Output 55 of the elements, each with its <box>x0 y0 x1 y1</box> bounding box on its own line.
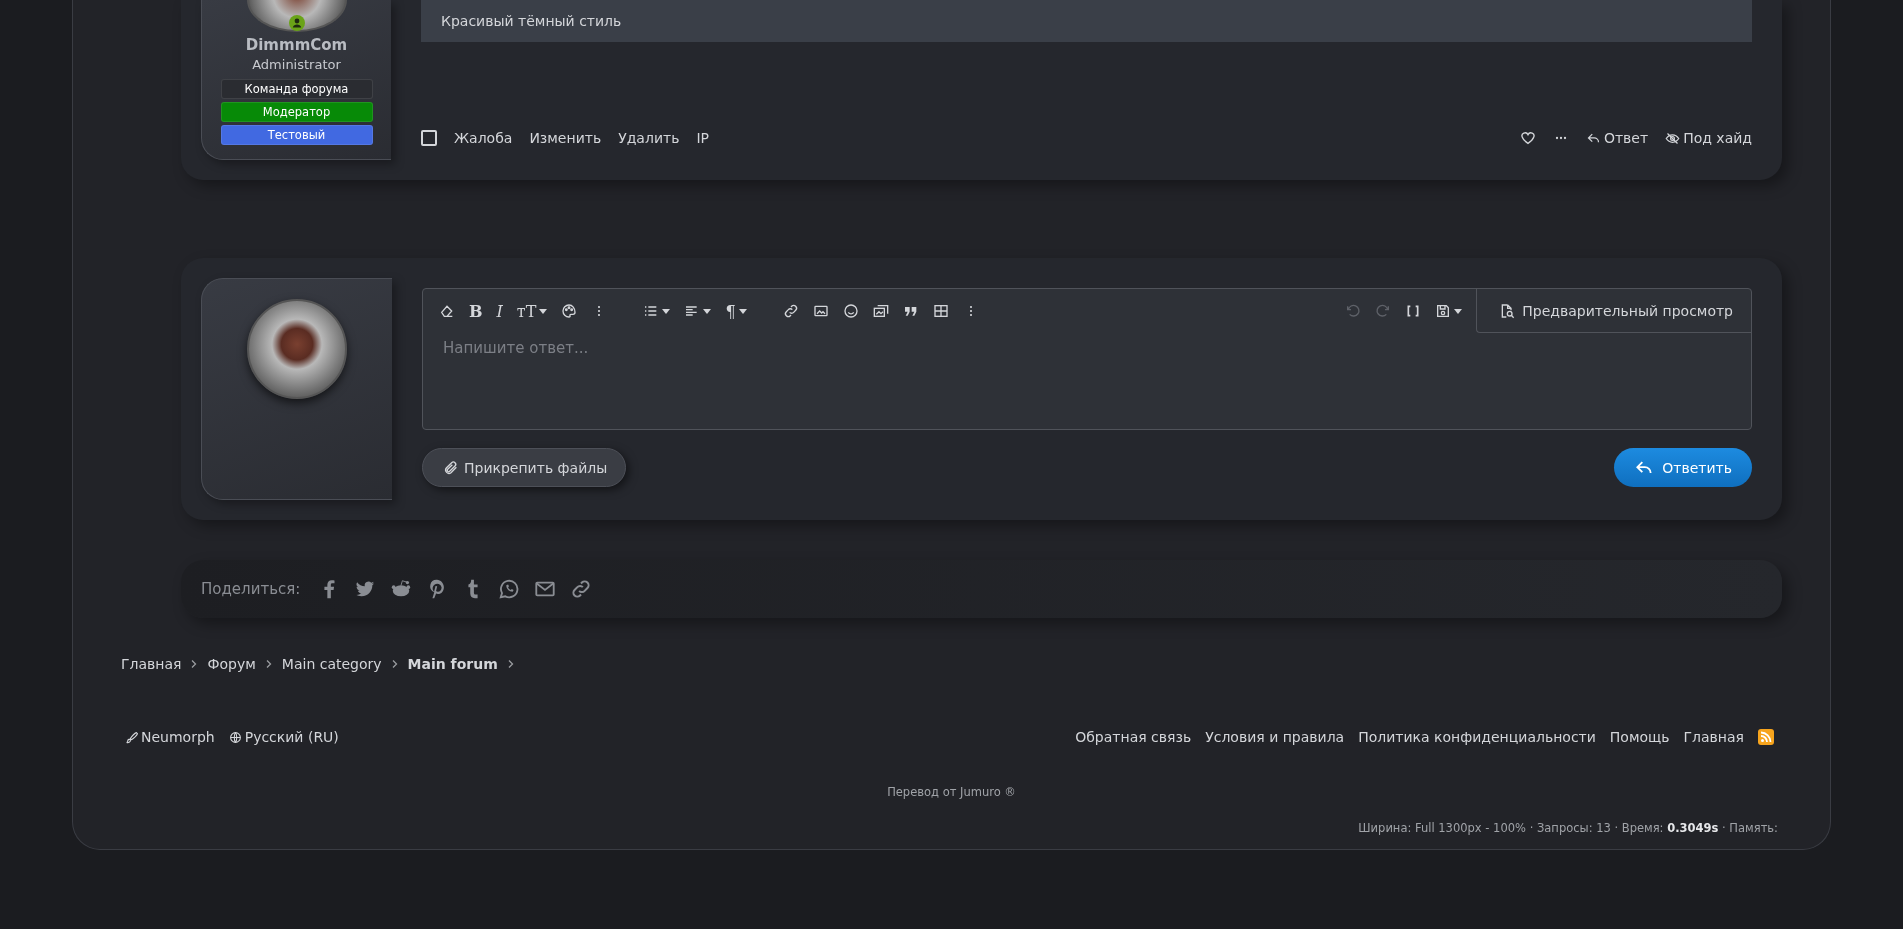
action-link[interactable]: IP <box>696 130 709 146</box>
bold-button[interactable]: B <box>469 301 483 321</box>
list-icon[interactable] <box>643 303 671 319</box>
share-label: Поделиться: <box>201 580 301 598</box>
user-banner: Тестовый <box>220 125 373 145</box>
rss-icon[interactable] <box>1758 729 1774 745</box>
eye-off-icon <box>1665 130 1681 146</box>
link-icon[interactable] <box>570 578 593 600</box>
language-chooser-link[interactable]: Русский (RU) <box>228 729 339 745</box>
hide-link[interactable]: Под хайд <box>1665 130 1752 146</box>
action-link[interactable]: Удалить <box>618 130 680 146</box>
style-chooser-link[interactable]: Neumorph <box>125 729 215 745</box>
whatsapp-icon[interactable] <box>498 578 521 600</box>
reply-button[interactable]: Ответить <box>1614 448 1752 487</box>
user-banner: Модератор <box>220 102 373 122</box>
table-icon[interactable] <box>932 303 949 319</box>
preview-button[interactable]: Предварительный просмотр <box>1476 289 1751 333</box>
align-icon[interactable] <box>684 303 712 319</box>
reply-editor[interactable]: B I тT ¶ Предварительный просмотр Напишите ответ... <box>422 288 1752 430</box>
breadcrumb-link[interactable]: Main category <box>281 656 382 672</box>
select-checkbox[interactable] <box>421 130 437 146</box>
brackets-icon[interactable] <box>1405 303 1422 319</box>
paperclip-icon <box>443 459 459 476</box>
action-link[interactable]: Изменить <box>529 130 602 146</box>
debug-stats: Ширина: Full 1300px - 100% · Запросы: 13 · Время: 0.3049s · Память: <box>1357 821 1779 835</box>
footer-link[interactable]: Обратная связь <box>1075 729 1192 745</box>
footer-link[interactable]: Условия и правила <box>1205 729 1345 745</box>
breadcrumb-link[interactable]: Главная <box>121 656 182 672</box>
smile-icon[interactable] <box>842 303 859 319</box>
message-text: Красивый тёмный стиль <box>421 0 1752 42</box>
media-icon[interactable] <box>872 303 889 319</box>
translation-credit: Перевод от Jumuro ® <box>886 785 1017 799</box>
paragraph-button[interactable]: ¶ <box>725 301 747 321</box>
action-link[interactable]: Жалоба <box>454 130 513 146</box>
eraser-icon[interactable] <box>439 303 455 319</box>
footer-link[interactable]: Политика конфиденциальности <box>1358 729 1596 745</box>
document-search-icon <box>1499 302 1516 319</box>
heart-icon[interactable] <box>1519 130 1536 146</box>
image-icon[interactable] <box>812 303 829 319</box>
palette-icon[interactable] <box>561 303 578 319</box>
font-size-button[interactable]: тT <box>516 301 548 321</box>
attach-files-button[interactable]: Прикрепить файлы <box>422 448 627 487</box>
drafts-icon[interactable] <box>1435 303 1463 319</box>
brush-icon <box>125 730 138 744</box>
user-banner: Команда форума <box>220 79 373 99</box>
user-title: Administrator <box>252 57 341 72</box>
footer-link[interactable]: Главная <box>1683 729 1744 745</box>
globe-icon <box>228 730 242 744</box>
link-icon[interactable] <box>782 303 799 319</box>
reply-link[interactable]: Ответ <box>1585 130 1649 146</box>
username[interactable]: DimmmCom <box>245 36 348 54</box>
italic-button[interactable]: I <box>496 301 503 321</box>
breadcrumb-link[interactable]: Форум <box>207 656 256 672</box>
footer-link[interactable]: Помощь <box>1609 729 1670 745</box>
breadcrumb-link[interactable]: Main forum <box>407 656 498 672</box>
